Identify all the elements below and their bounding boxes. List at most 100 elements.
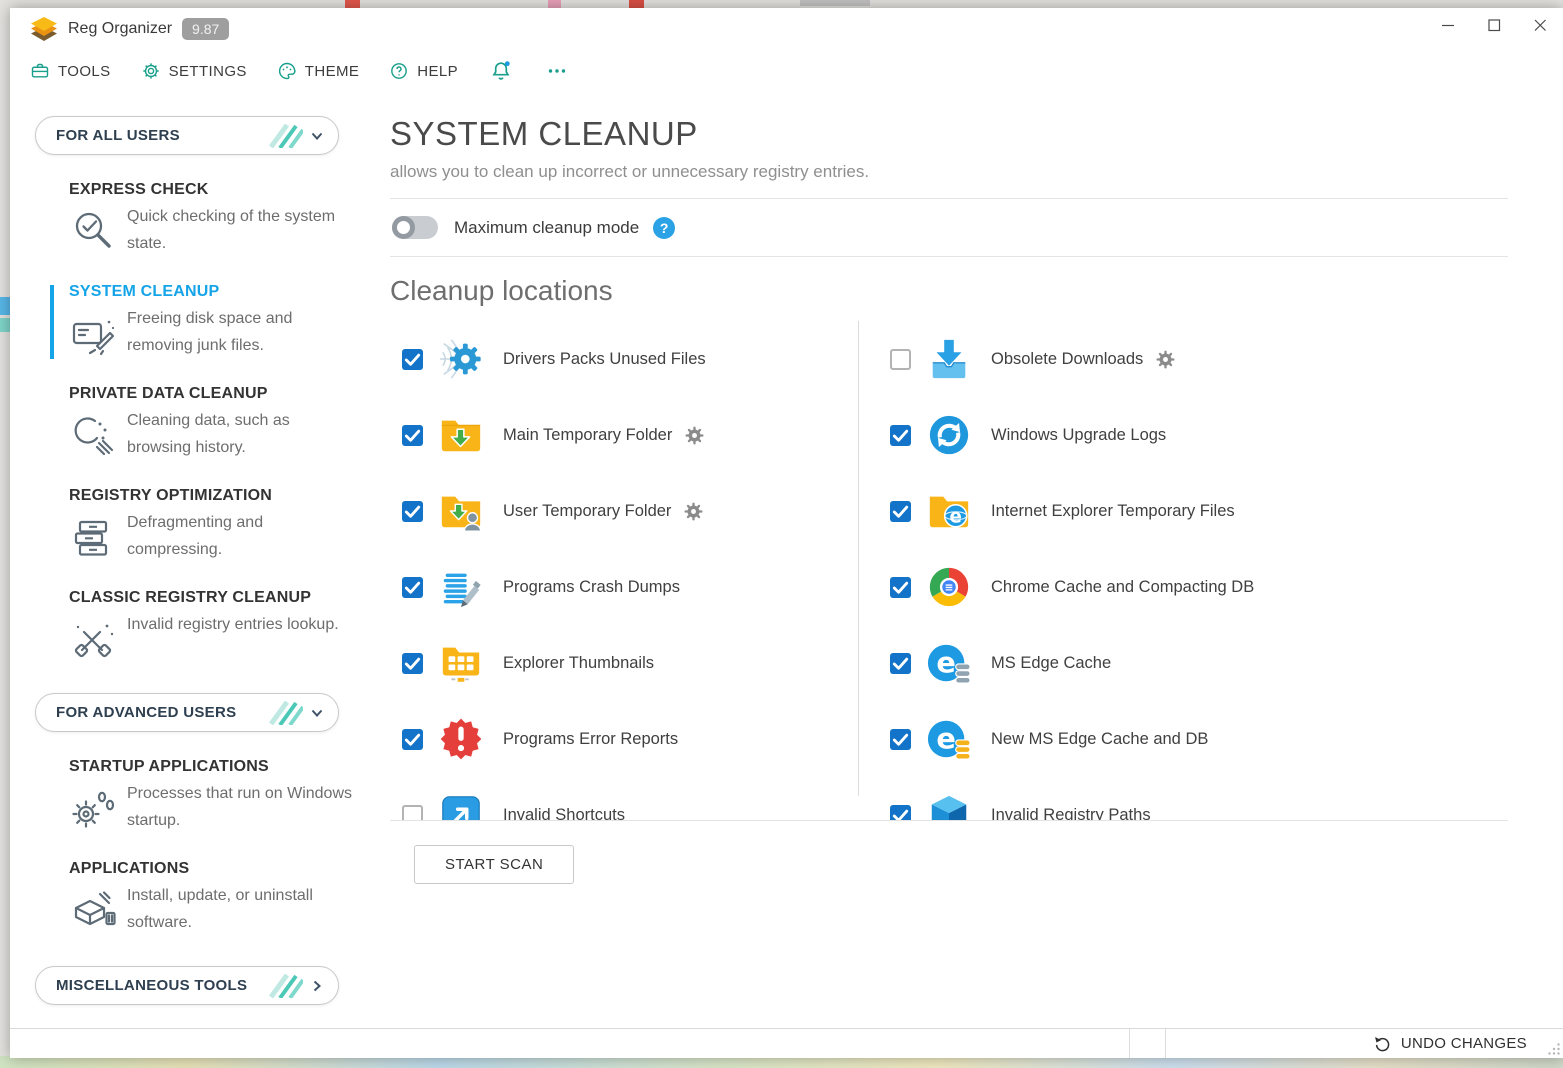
- checkbox-checked[interactable]: [402, 653, 423, 674]
- help-circle-icon[interactable]: ?: [653, 217, 675, 239]
- minimize-button[interactable]: [1425, 8, 1471, 42]
- sidebar-item-startup-applications[interactable]: STARTUP APPLICATIONS Processes that run …: [10, 758, 390, 834]
- menu-item-help[interactable]: HELP: [389, 61, 458, 81]
- checkbox-checked[interactable]: [890, 501, 911, 522]
- cleanup-column-left: Drivers Packs Unused Files Main Temporar…: [402, 321, 858, 820]
- checkbox-checked[interactable]: [890, 729, 911, 750]
- sidebar-group-for-advanced-users[interactable]: FOR ADVANCED USERS: [35, 693, 339, 732]
- sidebar-group-for-all-users[interactable]: FOR ALL USERS: [35, 116, 339, 155]
- chrome-cache-icon: [923, 563, 975, 611]
- background-fragment: [629, 0, 644, 8]
- checkbox-checked[interactable]: [402, 501, 423, 522]
- chevron-down-icon: [309, 705, 325, 721]
- sidebar-item-private-data-cleanup[interactable]: PRIVATE DATA CLEANUP Cleaning data, such…: [10, 385, 390, 461]
- cleanup-item-ms-edge-cache: e MS Edge Cache: [890, 625, 1508, 701]
- window-controls: [1425, 8, 1563, 42]
- menu-item-tools[interactable]: TOOLS: [30, 61, 111, 81]
- cleanup-item-label: Internet Explorer Temporary Files: [991, 502, 1235, 521]
- version-badge: 9.87: [182, 18, 229, 40]
- checkbox-checked[interactable]: [890, 805, 911, 822]
- sidebar-item-system-cleanup[interactable]: SYSTEM CLEANUP Freeing disk space and re…: [10, 283, 390, 359]
- checkbox-checked[interactable]: [402, 425, 423, 446]
- stripes-icon: [269, 974, 303, 998]
- sidebar-item-description: Quick checking of the system state.: [127, 203, 355, 257]
- sidebar-item-registry-optimization[interactable]: REGISTRY OPTIMIZATION Defragmenting and …: [10, 487, 390, 563]
- sidebar-item-title: STARTUP APPLICATIONS: [69, 758, 390, 776]
- chevron-right-icon: [309, 978, 325, 994]
- cleanup-item-invalid-registry-paths: Invalid Registry Paths: [890, 777, 1508, 821]
- cleanup-item-label: Windows Upgrade Logs: [991, 426, 1166, 445]
- app-window: Reg Organizer 9.87 TOOLS SETTINGS THEME …: [10, 8, 1563, 1058]
- svg-text:e: e: [936, 646, 956, 680]
- sidebar-group-miscellaneous-tools[interactable]: MISCELLANEOUS TOOLS: [35, 966, 339, 1005]
- toggle-knob: [392, 216, 415, 239]
- sidebar-item-description: Processes that run on Windows startup.: [127, 780, 355, 834]
- menu-item-label: TOOLS: [58, 63, 111, 80]
- palette-icon: [277, 61, 297, 81]
- close-icon: [1528, 13, 1552, 37]
- obsolete-downloads-icon: [923, 335, 975, 383]
- cleanup-locations-grid: Drivers Packs Unused Files Main Temporar…: [390, 321, 1508, 821]
- chevron-down-icon: [309, 128, 325, 144]
- cleanup-item-label: Obsolete Downloads: [991, 350, 1143, 369]
- menu-item-settings[interactable]: SETTINGS: [141, 61, 247, 81]
- gear-icon: [141, 61, 161, 81]
- resize-grip[interactable]: [1547, 1042, 1561, 1056]
- item-settings-gear-icon[interactable]: [684, 502, 703, 521]
- sidebar-item-applications[interactable]: APPLICATIONS Install, update, or uninsta…: [10, 860, 390, 936]
- app-logo-icon: [30, 16, 58, 42]
- menu-item-theme[interactable]: THEME: [277, 61, 360, 81]
- checkbox-unchecked[interactable]: [402, 805, 423, 822]
- more-menu-button[interactable]: [544, 59, 570, 83]
- statusbar-separator: [1165, 1029, 1166, 1058]
- checkbox-checked[interactable]: [402, 577, 423, 598]
- statusbar-separator: [1129, 1029, 1130, 1058]
- sidebar-item-title: REGISTRY OPTIMIZATION: [69, 487, 390, 505]
- statusbar: UNDO CHANGES: [10, 1028, 1563, 1058]
- sidebar-item-express-check[interactable]: EXPRESS CHECK Quick checking of the syst…: [10, 181, 390, 257]
- app-title: Reg Organizer: [68, 20, 172, 38]
- cleanup-item-label: MS Edge Cache: [991, 654, 1111, 673]
- start-scan-button[interactable]: START SCAN: [414, 845, 574, 884]
- group-label: FOR ALL USERS: [56, 127, 269, 144]
- divider: [390, 256, 1508, 257]
- new-edge-cache-icon: e: [923, 715, 975, 763]
- undo-icon: [1373, 1034, 1392, 1053]
- background-fragment: [345, 0, 360, 8]
- cleanup-item-programs-error-reports: Programs Error Reports: [402, 701, 858, 777]
- cleanup-item-label: New MS Edge Cache and DB: [991, 730, 1208, 749]
- background-fragment: [0, 318, 10, 332]
- cleanup-item-invalid-shortcuts: Invalid Shortcuts: [402, 777, 858, 821]
- menu-item-label: THEME: [305, 63, 360, 80]
- maximum-cleanup-row: Maximum cleanup mode ?: [390, 199, 1508, 256]
- sidebar-item-classic-registry-cleanup[interactable]: CLASSIC REGISTRY CLEANUP Invalid registr…: [10, 589, 390, 663]
- maximize-button[interactable]: [1471, 8, 1517, 42]
- cleanup-item-label: Chrome Cache and Compacting DB: [991, 578, 1254, 597]
- checkbox-unchecked[interactable]: [890, 349, 911, 370]
- maximum-cleanup-toggle[interactable]: [392, 216, 438, 239]
- error-reports-icon: [435, 715, 487, 763]
- titlebar: Reg Organizer 9.87: [10, 8, 1563, 50]
- user-temp-folder-icon: [435, 487, 487, 535]
- menu-item-label: HELP: [417, 63, 458, 80]
- menubar: TOOLS SETTINGS THEME HELP: [10, 50, 1563, 92]
- checkbox-checked[interactable]: [890, 653, 911, 674]
- item-settings-gear-icon[interactable]: [685, 426, 704, 445]
- checkbox-checked[interactable]: [890, 577, 911, 598]
- stripes-icon: [269, 124, 303, 148]
- ie-temp-icon: e: [923, 487, 975, 535]
- applications-icon: [69, 886, 117, 934]
- item-settings-gear-icon[interactable]: [1156, 350, 1175, 369]
- sidebar-item-description: Install, update, or uninstall software.: [127, 882, 355, 936]
- page-subtitle: allows you to clean up incorrect or unne…: [390, 162, 1508, 182]
- checkbox-checked[interactable]: [402, 349, 423, 370]
- cleanup-item-label: Explorer Thumbnails: [503, 654, 654, 673]
- cleanup-item-label: Programs Crash Dumps: [503, 578, 680, 597]
- checkbox-checked[interactable]: [890, 425, 911, 446]
- close-button[interactable]: [1517, 8, 1563, 42]
- undo-changes-button[interactable]: UNDO CHANGES: [1373, 1034, 1527, 1053]
- checkbox-checked[interactable]: [402, 729, 423, 750]
- bell-icon[interactable]: [488, 59, 514, 83]
- cleanup-item-label: Invalid Registry Paths: [991, 806, 1151, 822]
- registry-paths-icon: [923, 791, 975, 821]
